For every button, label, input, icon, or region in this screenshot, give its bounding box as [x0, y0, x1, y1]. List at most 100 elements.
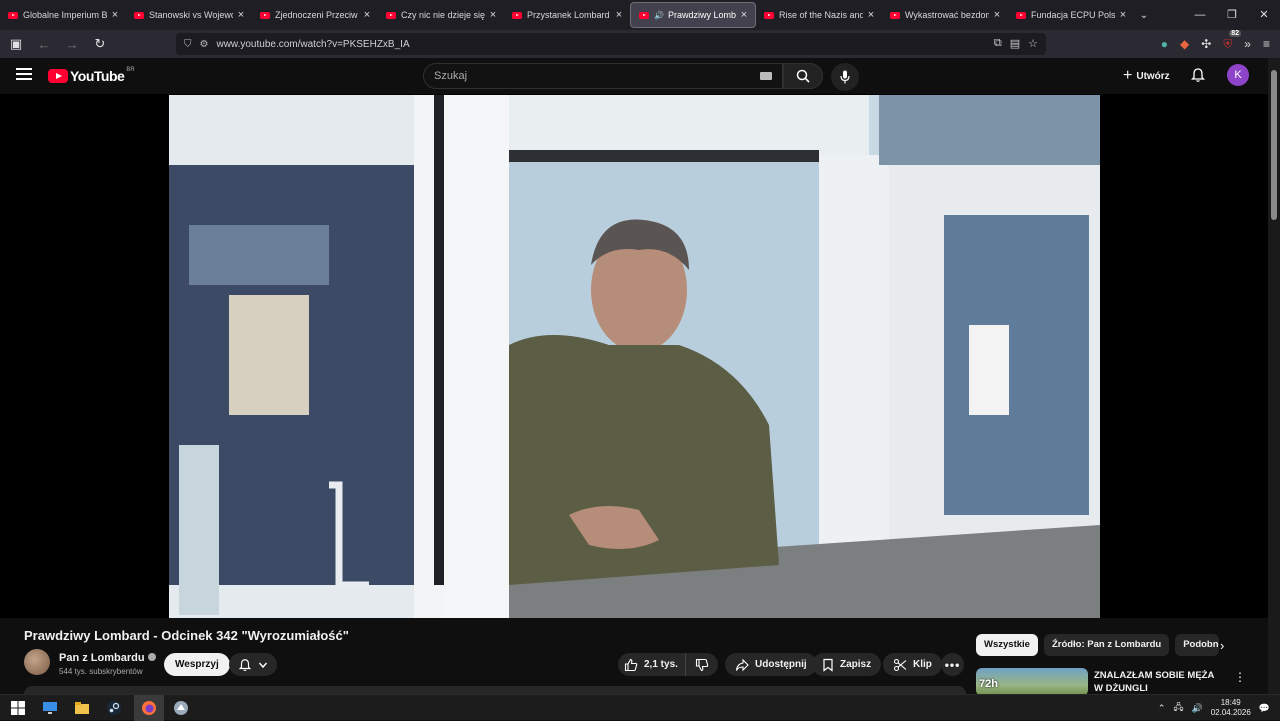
thumbs-down-icon [695, 658, 709, 671]
close-icon[interactable]: × [1118, 9, 1128, 21]
reader-view-icon[interactable]: ▤ [1010, 37, 1020, 50]
address-bar[interactable]: ⛉ ⚙ www.youtube.com/watch?v=PKSEHZxB_IA … [176, 33, 1046, 55]
chevron-down-icon [258, 662, 268, 668]
hamburger-menu-icon[interactable] [16, 68, 32, 83]
browser-tab[interactable]: Globalne Imperium Bezk× [0, 2, 126, 28]
chip-similar[interactable]: Podobne [1175, 634, 1220, 656]
search-icon [796, 69, 810, 83]
ublock-badge: 82 [1229, 29, 1242, 37]
menu-icon[interactable]: ≡ [1263, 37, 1270, 51]
browser-tab-active[interactable]: 🔊Prawdziwy Lombard× [630, 2, 756, 28]
firefox-icon[interactable] [141, 700, 157, 716]
youtube-favicon-icon [512, 11, 522, 19]
video-player[interactable] [169, 95, 1100, 618]
browser-tab[interactable]: Zjednoczeni Przeciw Ras× [252, 2, 378, 28]
browser-tab[interactable]: Wykastrować bezdomno× [882, 2, 1008, 28]
shield-icon[interactable]: ⛉ [184, 39, 192, 50]
recommendation-title[interactable]: ZNALAZŁAM SOBIE MĘŻA W DŻUNGLI [1094, 669, 1224, 695]
youtube-logo[interactable]: YouTube BR [48, 67, 135, 84]
bell-icon [238, 658, 252, 671]
vpn-extension-icon[interactable]: ● [1161, 37, 1168, 51]
restore-icon[interactable]: ❐ [1216, 0, 1248, 30]
save-button[interactable]: Zapisz [812, 653, 882, 676]
scrollbar-thumb[interactable] [1271, 70, 1277, 220]
ublock-icon[interactable]: ⛨ 82 [1223, 29, 1242, 52]
search-button[interactable] [783, 63, 823, 89]
more-actions-button[interactable]: ••• [941, 653, 964, 676]
windows-start-icon[interactable] [10, 700, 26, 716]
close-icon[interactable]: × [236, 9, 246, 21]
scissors-icon [893, 658, 907, 671]
sidebar-toggle-icon[interactable]: ▣ [4, 36, 28, 52]
like-button[interactable]: 2,1 tys. [618, 653, 686, 676]
tab-list-chevron-icon[interactable]: ⌄ [1134, 10, 1154, 21]
dislike-button[interactable] [686, 658, 718, 672]
close-icon[interactable]: × [362, 9, 372, 21]
youtube-favicon-icon [260, 11, 270, 19]
permissions-icon[interactable]: ⚙ [200, 39, 209, 50]
close-window-icon[interactable]: ✕ [1248, 0, 1280, 30]
browser-tab[interactable]: Przystanek Lombard - Od× [504, 2, 630, 28]
chat-app-icon[interactable] [173, 700, 189, 716]
speaker-icon[interactable]: 🔊 [654, 11, 664, 20]
plus-icon: + [1123, 67, 1133, 84]
chevron-right-icon[interactable]: › [1220, 638, 1224, 653]
back-icon[interactable]: ← [32, 37, 56, 52]
chip-source[interactable]: Źródło: Pan z Lombardu [1043, 634, 1170, 656]
close-icon[interactable]: × [488, 9, 498, 21]
close-icon[interactable]: × [992, 9, 1002, 21]
youtube-favicon-icon [1016, 11, 1026, 19]
clip-button[interactable]: Klip [883, 653, 942, 676]
overflow-chevron-icon[interactable]: » [1244, 37, 1251, 51]
share-button[interactable]: Udostępnij [725, 653, 817, 676]
clock[interactable]: 18:49 02.04.2026 [1211, 698, 1251, 718]
close-icon[interactable]: × [614, 9, 624, 21]
like-count: 2,1 tys. [644, 659, 678, 670]
reload-icon[interactable]: ↻ [88, 36, 112, 52]
extensions-icon[interactable]: ✣ [1201, 37, 1211, 51]
volume-icon[interactable]: 🔊 [1192, 703, 1203, 714]
network-icon[interactable]: 🖧 [1173, 700, 1183, 716]
fox-extension-icon[interactable]: ◆ [1180, 37, 1189, 51]
like-dislike-group: 2,1 tys. [618, 653, 718, 676]
file-explorer-icon[interactable] [74, 700, 90, 716]
search-input[interactable]: Szukaj [423, 63, 783, 89]
browser-tab-bar: Globalne Imperium Bezk× Stanowski vs Woj… [0, 0, 1280, 30]
channel-name[interactable]: Pan z Lombardu [59, 652, 156, 664]
account-avatar[interactable]: K [1227, 64, 1249, 86]
kebab-menu-icon[interactable]: ⋮ [1234, 670, 1246, 684]
close-icon[interactable]: × [739, 9, 749, 21]
keyboard-icon[interactable] [760, 72, 772, 80]
browser-tab[interactable]: Fundacja ECPU Polska: b× [1008, 2, 1134, 28]
bookmark-star-icon[interactable]: ☆ [1028, 37, 1038, 50]
notification-center-icon[interactable]: 💬 [1259, 703, 1270, 714]
video-title: Prawdziwy Lombard - Odcinek 342 "Wyrozum… [24, 628, 349, 643]
steam-icon[interactable] [106, 700, 122, 716]
monitor-app-icon[interactable] [42, 700, 58, 716]
support-button[interactable]: Wesprzyj [164, 653, 230, 676]
recommendation-thumbnail[interactable]: 72h [976, 668, 1088, 696]
close-icon[interactable]: × [866, 9, 876, 21]
page-scrollbar[interactable] [1268, 58, 1280, 694]
create-button[interactable]: + Utwórz [1113, 63, 1180, 89]
chip-all[interactable]: Wszystkie [976, 634, 1038, 656]
tray-chevron-up-icon[interactable]: ⌃ [1158, 703, 1166, 714]
youtube-play-icon [48, 69, 68, 83]
windows-taskbar: ⌃ 🖧 🔊 18:49 02.04.2026 💬 [0, 694, 1280, 721]
notifications-bell-icon[interactable] [1190, 67, 1206, 88]
browser-tab[interactable]: Czy nic nie dzieje się prz× [378, 2, 504, 28]
pip-icon[interactable]: ⧉ [994, 37, 1002, 50]
system-tray: ⌃ 🖧 🔊 18:49 02.04.2026 💬 [1158, 695, 1270, 721]
subscription-bell-button[interactable] [229, 653, 277, 676]
share-icon [735, 658, 749, 671]
browser-tab[interactable]: Rise of the Nazis and Ad× [756, 2, 882, 28]
browser-tab[interactable]: Stanowski vs Wojewódzk× [126, 2, 252, 28]
youtube-favicon-icon [386, 11, 396, 19]
close-icon[interactable]: × [110, 9, 120, 21]
channel-avatar[interactable] [24, 649, 50, 675]
youtube-favicon-icon [8, 11, 18, 19]
minimize-icon[interactable]: — [1184, 0, 1216, 30]
voice-search-button[interactable] [831, 63, 859, 91]
forward-icon[interactable]: → [60, 37, 84, 52]
bookmark-icon [823, 658, 833, 672]
